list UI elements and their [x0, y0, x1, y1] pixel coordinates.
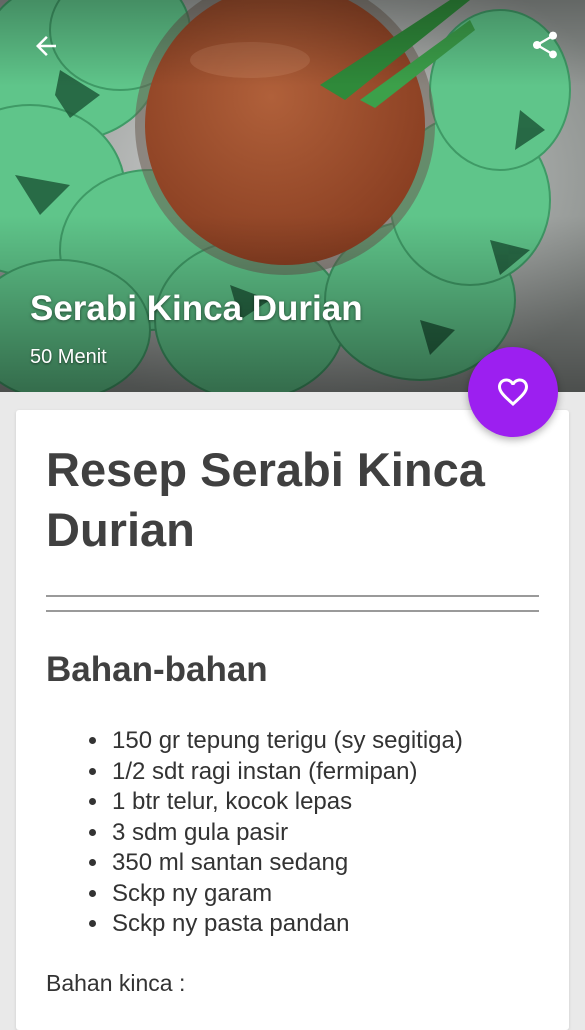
ingredient-item: 150 gr tepung terigu (sy segitiga): [110, 726, 463, 757]
recipe-title: Resep Serabi Kinca Durian: [46, 443, 485, 556]
cooking-duration: 50 Menit: [30, 346, 107, 368]
ingredient-item: 3 sdm gula pasir: [110, 818, 463, 849]
share-button[interactable]: [520, 20, 570, 70]
hero-gradient-overlay: [0, 0, 585, 392]
title-divider-bottom: [46, 610, 539, 612]
share-icon: [533, 31, 557, 59]
recipe-card: Resep Serabi Kinca Durian Bahan-bahan 15…: [16, 410, 569, 1030]
heart-outline-icon: [498, 378, 528, 407]
recipe-header-title: Serabi Kinca Durian: [30, 289, 363, 328]
ingredient-item: 350 ml santan sedang: [110, 848, 463, 879]
favorite-button[interactable]: [468, 347, 558, 437]
arrow-left-icon: [36, 36, 56, 56]
ingredient-item: 1/2 sdt ragi instan (fermipan): [110, 757, 463, 788]
ingredient-item: Sckp ny pasta pandan: [110, 909, 463, 940]
hero-image: [0, 0, 585, 392]
back-button[interactable]: [22, 22, 70, 70]
kinca-heading: Bahan kinca :: [46, 970, 186, 996]
ingredient-item: Sckp ny garam: [110, 879, 463, 910]
title-divider-top: [46, 595, 539, 597]
ingredients-heading: Bahan-bahan: [46, 650, 268, 689]
ingredient-item: 1 btr telur, kocok lepas: [110, 787, 463, 818]
ingredients-list: 150 gr tepung terigu (sy segitiga) 1/2 s…: [86, 726, 463, 940]
